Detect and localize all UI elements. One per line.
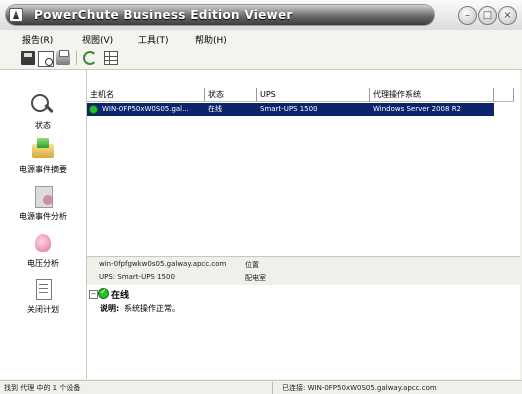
detail-ups: UPS: Smart-UPS 1500 [99, 273, 175, 281]
cell-ups: Smart-UPS 1500 [260, 105, 318, 113]
status-separator [272, 382, 273, 394]
maximize-button[interactable]: □ [478, 6, 497, 25]
refresh-icon[interactable] [83, 51, 97, 65]
voltage-icon [29, 230, 57, 256]
column-header-os[interactable]: 代理操作系统 [370, 88, 494, 102]
cell-os: Windows Server 2008 R2 [373, 105, 462, 113]
event-summary-icon [29, 136, 57, 162]
description-label: 说明: [100, 304, 120, 313]
menu-view[interactable]: 视图(V) [82, 33, 113, 46]
print-icon[interactable] [56, 50, 70, 65]
print-preview-icon[interactable] [38, 51, 54, 67]
menu-report[interactable]: 报告(R) [22, 33, 53, 46]
status-magnifier-icon [29, 92, 57, 118]
detail-location-label: 位置 [245, 261, 259, 269]
online-status-icon [89, 105, 98, 114]
grid-icon[interactable] [104, 51, 118, 65]
column-header-status[interactable]: 状态 [205, 88, 257, 102]
status-bar: 找到 代理 中的 1 个设备 已连接: WIN-0FP50xW0S05.galw… [0, 380, 522, 394]
menu-help[interactable]: 帮助(H) [195, 33, 227, 46]
sidebar-item-voltage[interactable]: 电压分析 [0, 230, 86, 269]
cell-host: WIN-0FP50xW0S05.gal... [102, 105, 189, 113]
menu-tools[interactable]: 工具(T) [138, 33, 169, 46]
sidebar-item-label: 电压分析 [27, 259, 59, 268]
app-window: PowerChute Business Edition Viewer – □ ×… [0, 0, 522, 394]
toolbar [0, 47, 522, 70]
sidebar-item-label: 电源事件摘要 [19, 165, 67, 174]
description-value: 系统操作正常。 [124, 304, 180, 313]
detail-panel: − 在线 说明: 系统操作正常。 [87, 285, 520, 379]
app-icon[interactable] [9, 8, 23, 22]
sidebar-item-schedule[interactable]: 关闭计划 [0, 276, 86, 315]
save-icon[interactable] [21, 51, 35, 65]
table-row[interactable]: WIN-0FP50xW0S05.gal... 在线 Smart-UPS 1500… [87, 103, 494, 116]
column-header-host[interactable]: 主机名 [87, 88, 205, 102]
toolbar-separator [76, 51, 77, 65]
close-button[interactable]: × [498, 6, 517, 25]
minimize-button[interactable]: – [458, 6, 477, 25]
status-title: 在线 [111, 291, 130, 301]
detail-location-value: 配电室 [245, 274, 266, 282]
collapse-toggle[interactable]: − [89, 290, 98, 299]
schedule-icon [29, 276, 57, 302]
menu-bar: 报告(R) 视图(V) 工具(T) 帮助(H) [0, 30, 522, 47]
cell-status: 在线 [208, 105, 222, 113]
title-bar: PowerChute Business Edition Viewer – □ × [0, 0, 522, 30]
sidebar-item-label: 电源事件分析 [19, 212, 67, 221]
sidebar-item-status[interactable]: 状态 [0, 92, 86, 131]
sidebar-item-label: 状态 [35, 121, 51, 130]
column-header-extra[interactable] [494, 88, 514, 102]
event-analysis-icon [29, 183, 57, 209]
sidebar-item-event-analysis[interactable]: 电源事件分析 [0, 183, 86, 222]
sidebar: 状态 电源事件摘要 电源事件分析 电压分析 关闭计划 [0, 70, 87, 379]
check-icon [98, 287, 109, 299]
device-list: 主机名 状态 UPS 代理操作系统 WIN-0FP50xW0S05.gal...… [87, 70, 520, 256]
column-header-ups[interactable]: UPS [257, 88, 370, 102]
status-device-count: 找到 代理 中的 1 个设备 [4, 384, 81, 392]
list-header: 主机名 状态 UPS 代理操作系统 [87, 88, 520, 102]
status-connection: 已连接: WIN-0FP50xW0S05.galway.apcc.com [282, 384, 437, 392]
detail-header: win-0fpfgwkw0s05.galway.apcc.com 位置 UPS:… [87, 256, 520, 286]
detail-host: win-0fpfgwkw0s05.galway.apcc.com [99, 260, 227, 268]
sidebar-item-event-summary[interactable]: 电源事件摘要 [0, 136, 86, 175]
sidebar-item-label: 关闭计划 [27, 305, 59, 314]
window-title: PowerChute Business Edition Viewer [34, 8, 293, 22]
